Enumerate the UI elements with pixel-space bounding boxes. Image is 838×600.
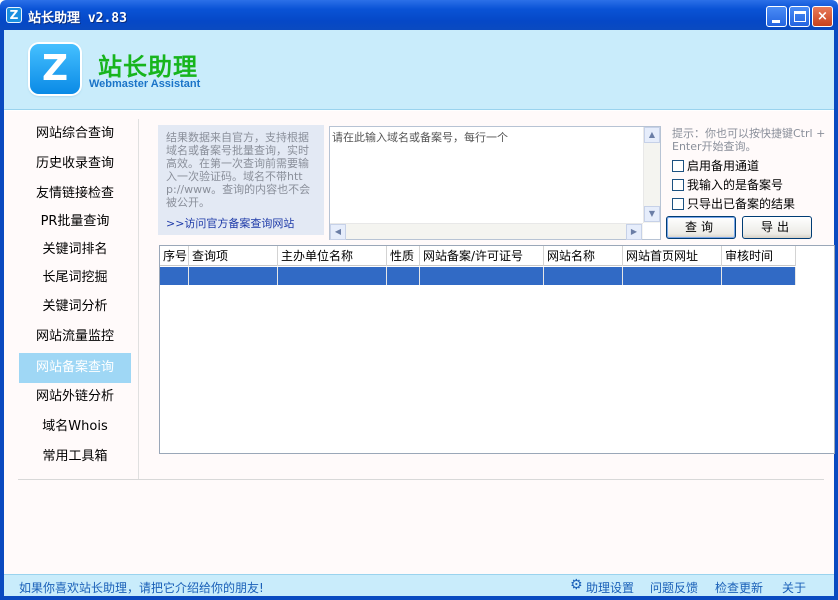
sidebar-item-icp-lookup[interactable]: 网站备案查询	[19, 353, 131, 383]
column-header[interactable]: 性质	[387, 246, 420, 266]
vertical-scrollbar[interactable]: ▲ ▼	[643, 127, 660, 223]
maximize-icon	[794, 11, 806, 22]
title-bar[interactable]: Z 站长助理 v2.83 ×	[0, 0, 838, 30]
main-area: 网站综合查询 历史收录查询 友情链接检查 PR批量查询 关键词排名 长尾词挖掘 …	[4, 111, 835, 574]
domain-input[interactable]	[330, 127, 643, 223]
domain-input-box: ▲ ▼ ◀ ▶	[329, 126, 661, 240]
minimize-button[interactable]	[766, 6, 787, 27]
sidebar-item-site-overview[interactable]: 网站综合查询	[19, 119, 131, 149]
scroll-down-icon[interactable]: ▼	[644, 206, 660, 222]
minimize-icon	[772, 20, 780, 23]
settings-link[interactable]: 助理设置	[586, 579, 634, 596]
horizontal-scrollbar[interactable]: ◀ ▶	[330, 223, 643, 240]
column-header[interactable]: 查询项	[189, 246, 278, 266]
icp-number-label: 我输入的是备案号	[687, 178, 784, 192]
check-update-link[interactable]: 检查更新	[715, 579, 763, 596]
brand-name: 站长助理	[98, 53, 198, 81]
backup-channel-checkbox[interactable]: 启用备用通道	[672, 157, 759, 173]
sidebar-item-friend-links[interactable]: 友情链接检查	[19, 179, 131, 209]
info-panel: 结果数据来自官方，支持根据域名或备案号批量查询，实时高效。在第一次查询前需要输入…	[158, 125, 324, 235]
column-header[interactable]: 序号	[160, 246, 189, 266]
icp-number-checkbox[interactable]: 我输入的是备案号	[672, 176, 783, 192]
export-button[interactable]: 导出	[742, 216, 812, 239]
sidebar-item-index-history[interactable]: 历史收录查询	[19, 149, 131, 179]
results-table[interactable]: 序号 查询项 主办单位名称 性质 网站备案/许可证号 网站名称 网站首页网址 审…	[159, 245, 835, 454]
table-header: 序号 查询项 主办单位名称 性质 网站备案/许可证号 网站名称 网站首页网址 审…	[160, 246, 796, 266]
sidebar-item-toolbox[interactable]: 常用工具箱	[19, 442, 131, 472]
content-divider	[18, 479, 824, 480]
sidebar-item-longtail[interactable]: 长尾词挖掘	[19, 263, 131, 293]
sidebar-item-backlinks[interactable]: 网站外链分析	[19, 382, 131, 412]
official-site-link[interactable]: >>访问官方备案查询网站	[166, 215, 294, 231]
window-frame-bottom	[0, 596, 838, 600]
app-icon[interactable]: Z	[6, 7, 22, 23]
sidebar-divider	[138, 119, 139, 479]
close-button[interactable]: ×	[812, 6, 833, 27]
logo-glyph: Z	[41, 48, 69, 89]
gear-icon[interactable]: ⚙	[570, 578, 584, 592]
sidebar-item-keyword-rank[interactable]: 关键词排名	[19, 235, 131, 265]
backup-channel-label: 启用备用通道	[687, 159, 760, 173]
table-cell	[420, 267, 544, 285]
query-button[interactable]: 查询	[666, 216, 736, 239]
window-title: 站长助理 v2.83	[28, 11, 127, 26]
about-link[interactable]: 关于	[782, 579, 806, 596]
shortcut-hint: 提示：你也可以按快捷键Ctrl + Enter开始查询。	[672, 127, 826, 153]
column-header[interactable]: 网站首页网址	[623, 246, 722, 266]
checkbox-icon[interactable]	[672, 179, 684, 191]
logo: Z	[30, 44, 80, 94]
maximize-button[interactable]	[789, 6, 810, 27]
column-header[interactable]: 网站备案/许可证号	[420, 246, 544, 266]
table-cell	[189, 267, 278, 285]
column-header[interactable]: 审核时间	[722, 246, 796, 266]
table-row[interactable]	[160, 267, 796, 285]
export-registered-label: 只导出已备案的结果	[687, 197, 796, 211]
column-header[interactable]: 网站名称	[544, 246, 623, 266]
status-bar: 如果你喜欢站长助理，请把它介绍给你的朋友! ⚙ 助理设置 问题反馈 检查更新 关…	[4, 574, 834, 596]
table-cell	[623, 267, 722, 285]
brand-subtitle: Webmaster Assistant	[89, 78, 201, 90]
scroll-right-icon[interactable]: ▶	[626, 224, 642, 240]
column-header[interactable]: 主办单位名称	[278, 246, 387, 266]
sidebar-item-traffic-monitor[interactable]: 网站流量监控	[19, 322, 131, 352]
table-cell	[387, 267, 420, 285]
table-cell	[544, 267, 623, 285]
checkbox-icon[interactable]	[672, 160, 684, 172]
sidebar-item-keyword-analysis[interactable]: 关键词分析	[19, 292, 131, 322]
app-header: Z 站长助理 Webmaster Assistant	[4, 30, 834, 110]
sidebar-item-whois[interactable]: 域名Whois	[19, 412, 131, 442]
checkbox-icon[interactable]	[672, 198, 684, 210]
close-icon: ×	[817, 9, 828, 24]
table-cell	[160, 267, 189, 285]
status-message[interactable]: 如果你喜欢站长助理，请把它介绍给你的朋友!	[19, 579, 264, 596]
export-registered-checkbox[interactable]: 只导出已备案的结果	[672, 195, 795, 211]
scroll-left-icon[interactable]: ◀	[330, 224, 346, 240]
info-description: 结果数据来自官方，支持根据域名或备案号批量查询，实时高效。在第一次查询前需要输入…	[166, 131, 311, 209]
feedback-link[interactable]: 问题反馈	[650, 579, 698, 596]
table-cell	[722, 267, 796, 285]
sidebar-item-pr-batch[interactable]: PR批量查询	[19, 207, 131, 237]
scroll-up-icon[interactable]: ▲	[644, 127, 660, 143]
table-cell	[278, 267, 387, 285]
